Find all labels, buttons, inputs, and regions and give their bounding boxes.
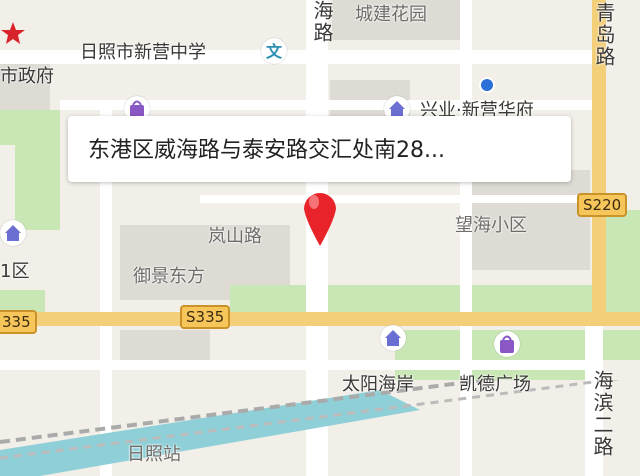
road-label-partial: 海路 [310,0,334,44]
svg-text:文: 文 [266,42,283,61]
wanghai-label[interactable]: 望海小区 [455,211,527,237]
green-area [15,140,60,230]
road [200,195,600,203]
district-label[interactable]: 1区 [0,257,29,283]
location-dot-icon [478,76,496,94]
highway-s335 [0,312,640,326]
home-icon[interactable] [0,220,26,246]
school-label[interactable]: 日照市新营中学 [80,38,206,64]
green-area [600,330,640,360]
taiyang-label[interactable]: 太阳海岸 [342,370,414,396]
road-shield-s335: S335 [180,305,231,329]
selected-address: 东港区威海路与泰安路交汇处南28... [88,138,445,163]
map-canvas[interactable]: 日照市新营中学 市政府 城建花园 兴业·新营华府 1区 岚山路 御景东方 望海小… [0,0,640,476]
green-area [600,210,640,320]
green-area [230,285,595,313]
home-icon[interactable] [380,325,406,351]
water-channel [0,380,621,476]
yujing-label[interactable]: 御景东方 [133,262,205,288]
garden-label[interactable]: 城建花园 [355,0,427,26]
road-lanshan-label: 岚山路 [208,226,262,247]
kaide-label[interactable]: 凯德广场 [459,370,531,396]
road-haibin-label: 海滨二路 [590,370,614,458]
road-shield-s335-left: 335 [0,310,37,334]
address-callout[interactable]: 东港区威海路与泰安路交汇处南28... [68,116,571,182]
shopping-bag-icon[interactable] [494,331,520,357]
road [0,360,600,370]
station-label[interactable]: 日照站 [127,440,181,466]
culture-icon[interactable]: 文 [261,38,287,64]
map-pin-icon[interactable] [296,183,344,248]
road-qingdao-label: 青岛路 [592,2,616,68]
government-star-icon[interactable] [0,20,26,46]
government-label[interactable]: 市政府 [0,62,54,88]
road-shield-s220: S220 [577,193,628,217]
